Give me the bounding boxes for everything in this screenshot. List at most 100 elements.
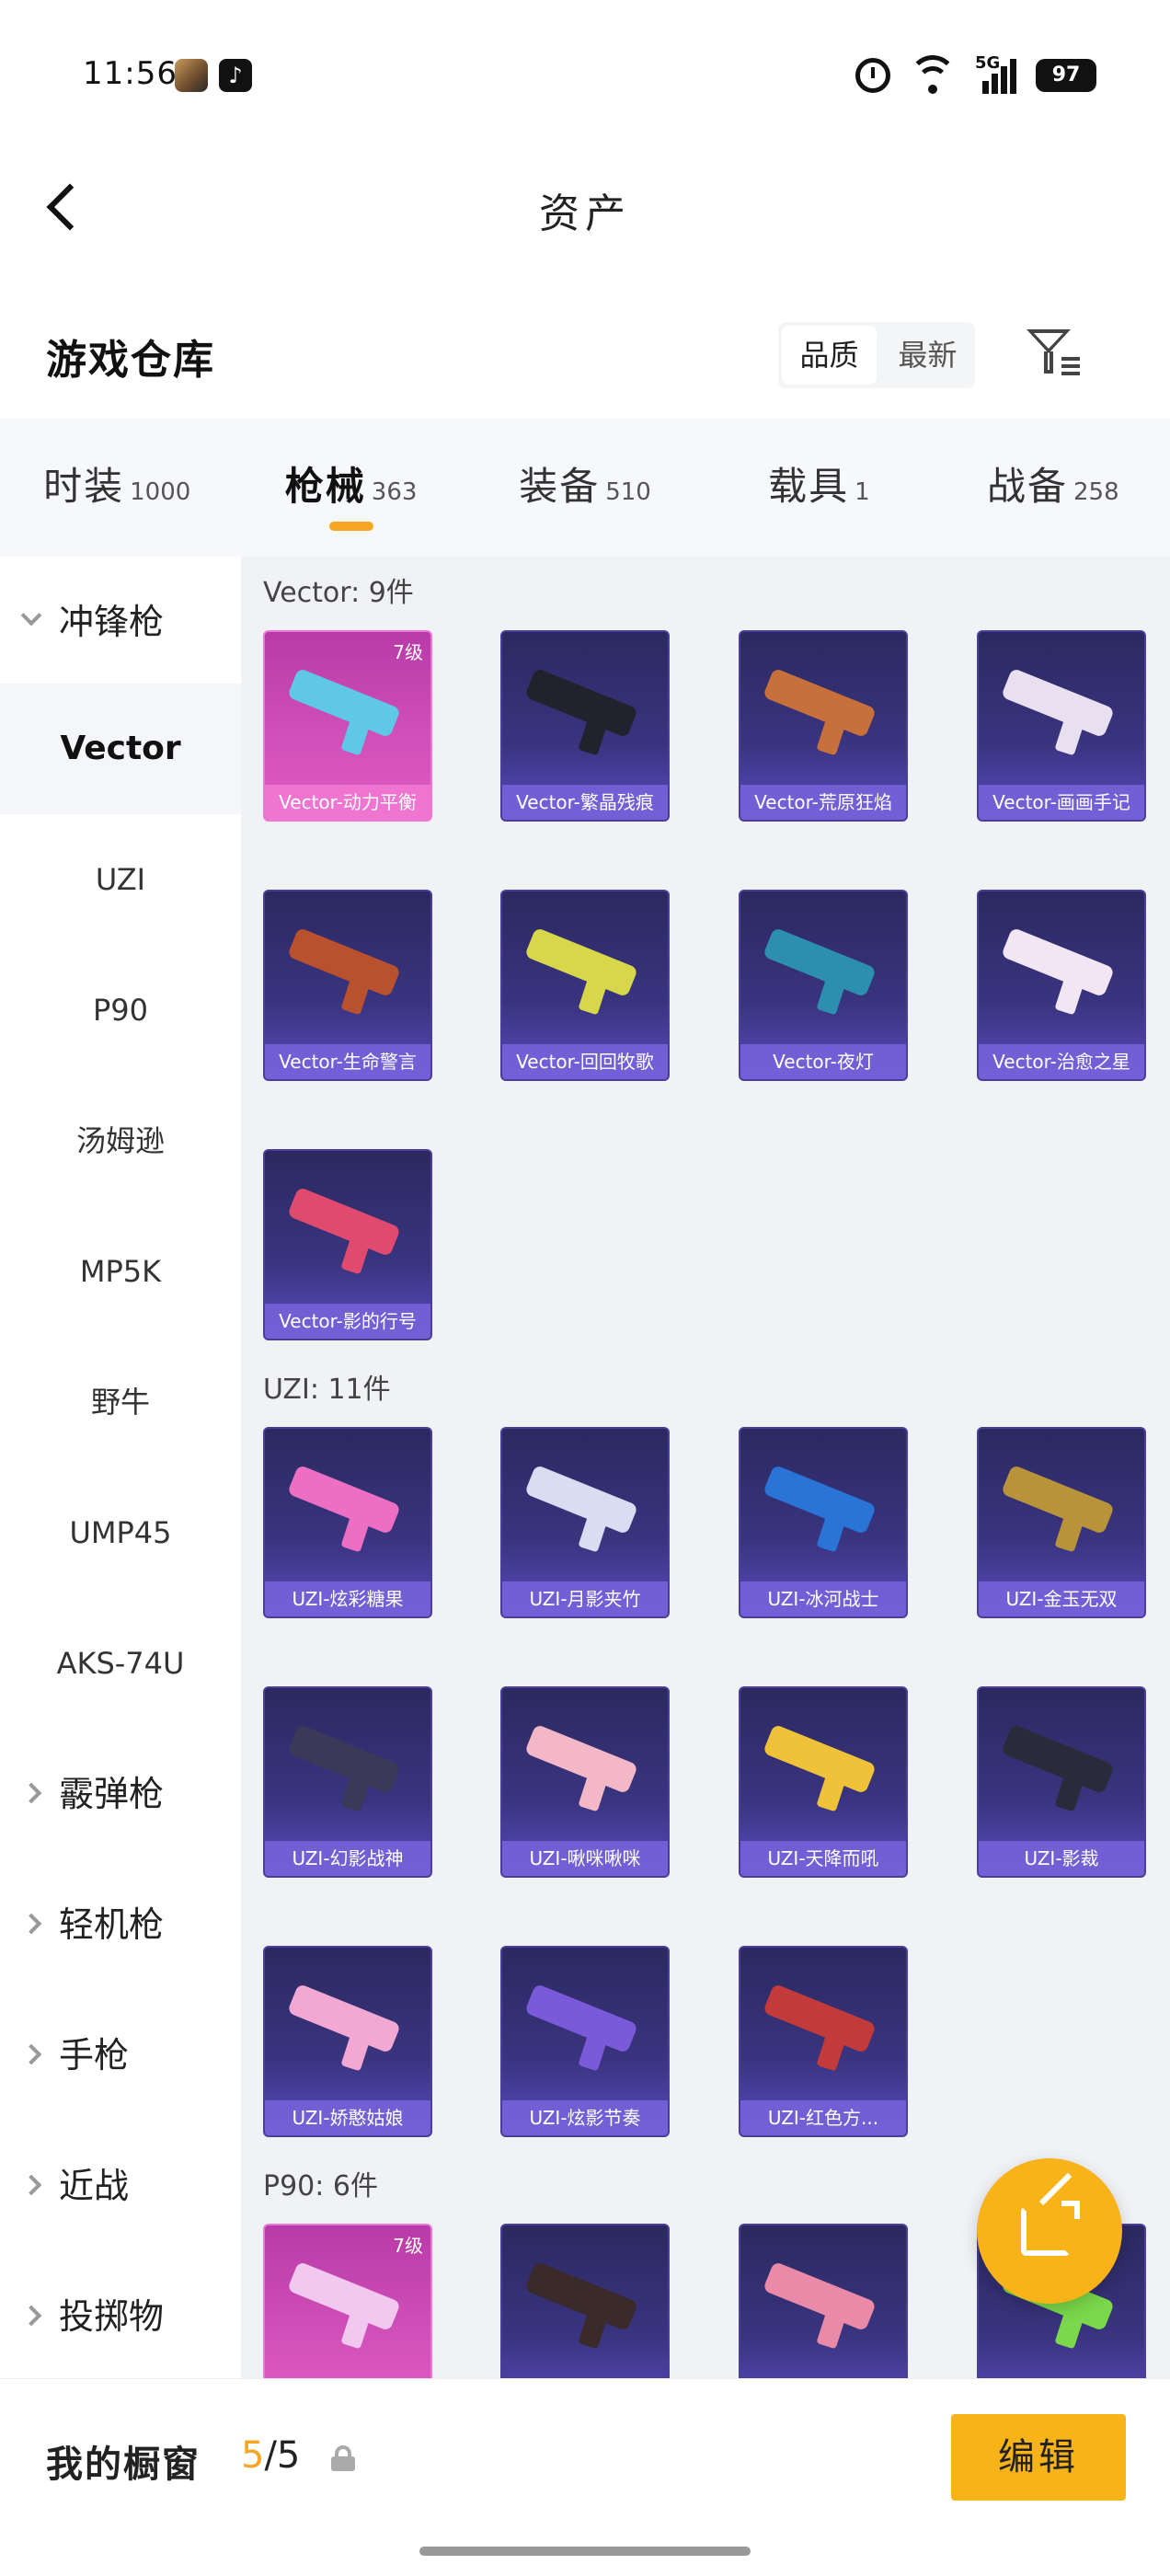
skin-name: UZI-影裁	[979, 1841, 1144, 1876]
tab-count: 258	[1073, 478, 1119, 506]
tab-count: 510	[605, 478, 651, 506]
tiktok-app-icon: ♪	[219, 59, 252, 92]
group-label: P90: 6件	[263, 2170, 378, 2202]
gun-skin-image	[1001, 667, 1124, 756]
battery-icon: 97	[1036, 59, 1096, 92]
skin-name: UZI-炫彩糖果	[265, 1581, 430, 1616]
gun-skin-image	[287, 1983, 410, 2072]
skin-tile[interactable]: Vector-画画手记	[977, 630, 1146, 822]
sidebar-item-thompson[interactable]: 汤姆逊	[0, 1075, 241, 1206]
skin-tile[interactable]: UZI-炫彩糖果	[263, 1427, 432, 1618]
status-bar: 11:56 ♪ 5G 97	[0, 0, 1170, 147]
network-type: 5G	[975, 53, 1001, 73]
skin-tile[interactable]	[500, 2224, 670, 2383]
sort-quality-button[interactable]: 品质	[782, 326, 877, 385]
sidebar-item-shotgun[interactable]: 霰弹枪	[0, 1729, 241, 1859]
gun-skin-image	[763, 2260, 886, 2350]
sidebar-item-melee[interactable]: 近战	[0, 2121, 241, 2251]
skin-tile[interactable]: 7级 Vector-动力平衡	[263, 630, 432, 822]
skin-tile[interactable]: UZI-月影夹竹	[500, 1427, 670, 1618]
showcase-total: /5	[264, 2434, 301, 2477]
skin-tile[interactable]: 7级	[263, 2224, 432, 2383]
skin-tile[interactable]: Vector-荒原狂焰	[739, 630, 908, 822]
weapon-sidebar: 冲锋枪 Vector UZI P90 汤姆逊 MP5K 野牛 UMP45 AKS…	[0, 557, 241, 2397]
category-tabs: 时装 1000 枪械 363 装备 510 载具 1 战备 258	[0, 419, 1170, 557]
gun-skin-image	[287, 667, 410, 756]
tab-label: 战备	[987, 464, 1069, 509]
chevron-right-icon	[20, 2174, 42, 2196]
tab-vehicles[interactable]: 载具 1	[702, 419, 935, 557]
gun-skin-image	[1001, 1464, 1124, 1553]
skin-tile[interactable]: UZI-红色方...	[739, 1946, 908, 2137]
skin-grade-badge: 7级	[393, 641, 423, 663]
skin-name: UZI-红色方...	[740, 2100, 906, 2135]
gun-skin-image	[287, 926, 410, 1016]
skin-tile[interactable]: UZI-金玉无双	[977, 1427, 1146, 1618]
lock-icon	[331, 2445, 355, 2471]
sort-toggle: 品质 最新	[778, 322, 975, 388]
wifi-icon	[909, 55, 957, 94]
gun-skin-image	[524, 667, 648, 756]
share-fab-button[interactable]	[977, 2158, 1122, 2304]
sidebar-item-mp5k[interactable]: MP5K	[0, 1206, 241, 1337]
gun-skin-image	[763, 1983, 886, 2072]
skin-tile[interactable]: Vector-繁晶残痕	[500, 630, 670, 822]
skin-tile[interactable]: Vector-治愈之星	[977, 890, 1146, 1081]
sidebar-item-ump45[interactable]: UMP45	[0, 1467, 241, 1598]
tab-count: 363	[371, 478, 418, 506]
gun-skin-image	[287, 1464, 410, 1553]
skin-tile[interactable]: Vector-生命警言	[263, 890, 432, 1081]
group-label: UZI: 11件	[263, 1374, 391, 1406]
gun-skin-image	[763, 926, 886, 1016]
sidebar-item-lmg[interactable]: 轻机枪	[0, 1859, 241, 1990]
sidebar-item-p90[interactable]: P90	[0, 945, 241, 1075]
skin-tile[interactable]: UZI-幻影战神	[263, 1686, 432, 1878]
sort-newest-button[interactable]: 最新	[880, 322, 975, 388]
skin-name: Vector-繁晶残痕	[502, 785, 668, 820]
gun-skin-image	[287, 1186, 410, 1275]
tab-equipment[interactable]: 装备 510	[468, 419, 702, 557]
sidebar-item-label: 手枪	[59, 2035, 130, 2076]
skin-tile[interactable]: Vector-回回牧歌	[500, 890, 670, 1081]
sidebar-item-bizon[interactable]: 野牛	[0, 1337, 241, 1467]
skin-tile[interactable]: UZI-娇憨姑娘	[263, 1946, 432, 2137]
skin-name: Vector-影的行号	[265, 1304, 430, 1339]
tab-firearms[interactable]: 枪械 363	[234, 419, 467, 557]
tab-count: 1	[855, 478, 870, 506]
sidebar-item-smg[interactable]: 冲锋枪	[0, 557, 241, 687]
gun-skin-image	[524, 2260, 648, 2350]
filter-button[interactable]	[1021, 322, 1085, 386]
sidebar-item-uzi[interactable]: UZI	[0, 814, 241, 945]
skin-grade-badge: 7级	[393, 2235, 423, 2257]
skin-tile[interactable]	[739, 2224, 908, 2383]
sidebar-item-pistol[interactable]: 手枪	[0, 1990, 241, 2121]
tab-supplies[interactable]: 战备 258	[936, 419, 1170, 557]
skin-tile[interactable]: UZI-天降而吼	[739, 1686, 908, 1878]
chevron-down-icon	[20, 604, 42, 627]
tab-label: 时装	[43, 464, 125, 509]
sidebar-item-aks74u[interactable]: AKS-74U	[0, 1598, 241, 1729]
skin-name: UZI-幻影战神	[265, 1841, 430, 1876]
skin-name: Vector-生命警言	[265, 1044, 430, 1079]
skin-grid: Vector: 9件 7级 Vector-动力平衡 Vector-繁晶残痕 Vector…	[241, 557, 1170, 2383]
gun-skin-image	[287, 1723, 410, 1812]
tab-fashion[interactable]: 时装 1000	[0, 419, 234, 557]
tab-label: 装备	[519, 464, 601, 509]
showcase-count: 5/5	[241, 2434, 300, 2477]
skin-tile[interactable]: UZI-啾咪啾咪	[500, 1686, 670, 1878]
skin-tile[interactable]: UZI-影裁	[977, 1686, 1146, 1878]
skin-tile[interactable]: Vector-影的行号	[263, 1149, 432, 1340]
warehouse-title: 游戏仓库	[46, 337, 215, 384]
sidebar-item-vector[interactable]: Vector	[0, 684, 241, 814]
skin-tile[interactable]: UZI-冰河战士	[739, 1427, 908, 1618]
skin-name: UZI-天降而吼	[740, 1841, 906, 1876]
home-indicator	[419, 2547, 751, 2556]
chevron-right-icon	[20, 1782, 42, 1804]
sidebar-item-throwable[interactable]: 投掷物	[0, 2251, 241, 2382]
edit-button[interactable]: 编辑	[951, 2414, 1126, 2501]
skin-tile[interactable]: Vector-夜灯	[739, 890, 908, 1081]
gun-skin-image	[524, 1983, 648, 2072]
skin-tile[interactable]: UZI-炫影节奏	[500, 1946, 670, 2137]
tab-label: 枪械	[284, 464, 366, 509]
skin-name: Vector-画画手记	[979, 785, 1144, 820]
